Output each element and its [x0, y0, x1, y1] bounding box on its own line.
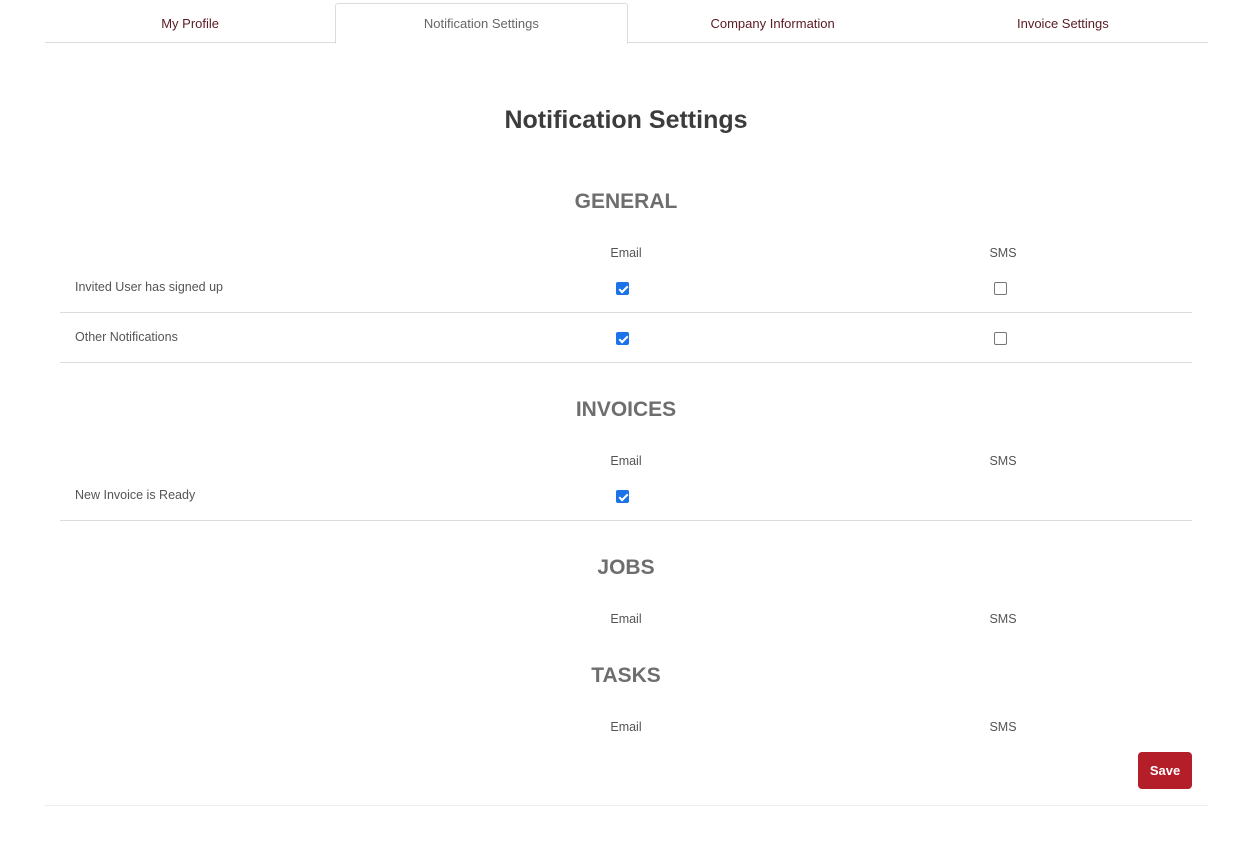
sms-checkbox[interactable] [994, 332, 1007, 345]
column-header-email: Email [610, 612, 642, 626]
sms-checkbox[interactable] [994, 282, 1007, 295]
notification-label: Other Notifications [75, 330, 178, 344]
column-header-email: Email [610, 246, 642, 260]
tab-my-profile[interactable]: My Profile [45, 3, 335, 43]
column-header-email: Email [610, 454, 642, 468]
tab-invoice-settings[interactable]: Invoice Settings [918, 3, 1208, 43]
email-checkbox[interactable] [616, 282, 629, 295]
tab-bar: My Profile Notification Settings Company… [45, 3, 1208, 44]
notification-row: Invited User has signed up [60, 263, 1192, 313]
section-title-invoices: INVOICES [575, 398, 677, 421]
tab-notification-settings[interactable]: Notification Settings [335, 3, 628, 44]
column-header-sms: SMS [989, 246, 1017, 260]
notification-label: New Invoice is Ready [75, 488, 196, 502]
notification-label: Invited User has signed up [75, 280, 224, 294]
section-title-jobs: JOBS [597, 556, 655, 579]
column-header-sms: SMS [989, 454, 1017, 468]
save-button[interactable]: Save [1138, 752, 1192, 789]
column-header-sms: SMS [989, 612, 1017, 626]
section-title-tasks: TASKS [591, 664, 661, 687]
email-checkbox[interactable] [616, 332, 629, 345]
divider [45, 805, 1208, 806]
section-title-general: GENERAL [574, 190, 678, 213]
column-header-sms: SMS [989, 720, 1017, 734]
email-checkbox[interactable] [616, 490, 629, 503]
notification-row: New Invoice is Ready [60, 471, 1192, 521]
tab-company-information[interactable]: Company Information [628, 3, 918, 43]
column-header-email: Email [610, 720, 642, 734]
notification-row: Other Notifications [60, 313, 1192, 363]
page-title: Notification Settings [504, 106, 748, 134]
